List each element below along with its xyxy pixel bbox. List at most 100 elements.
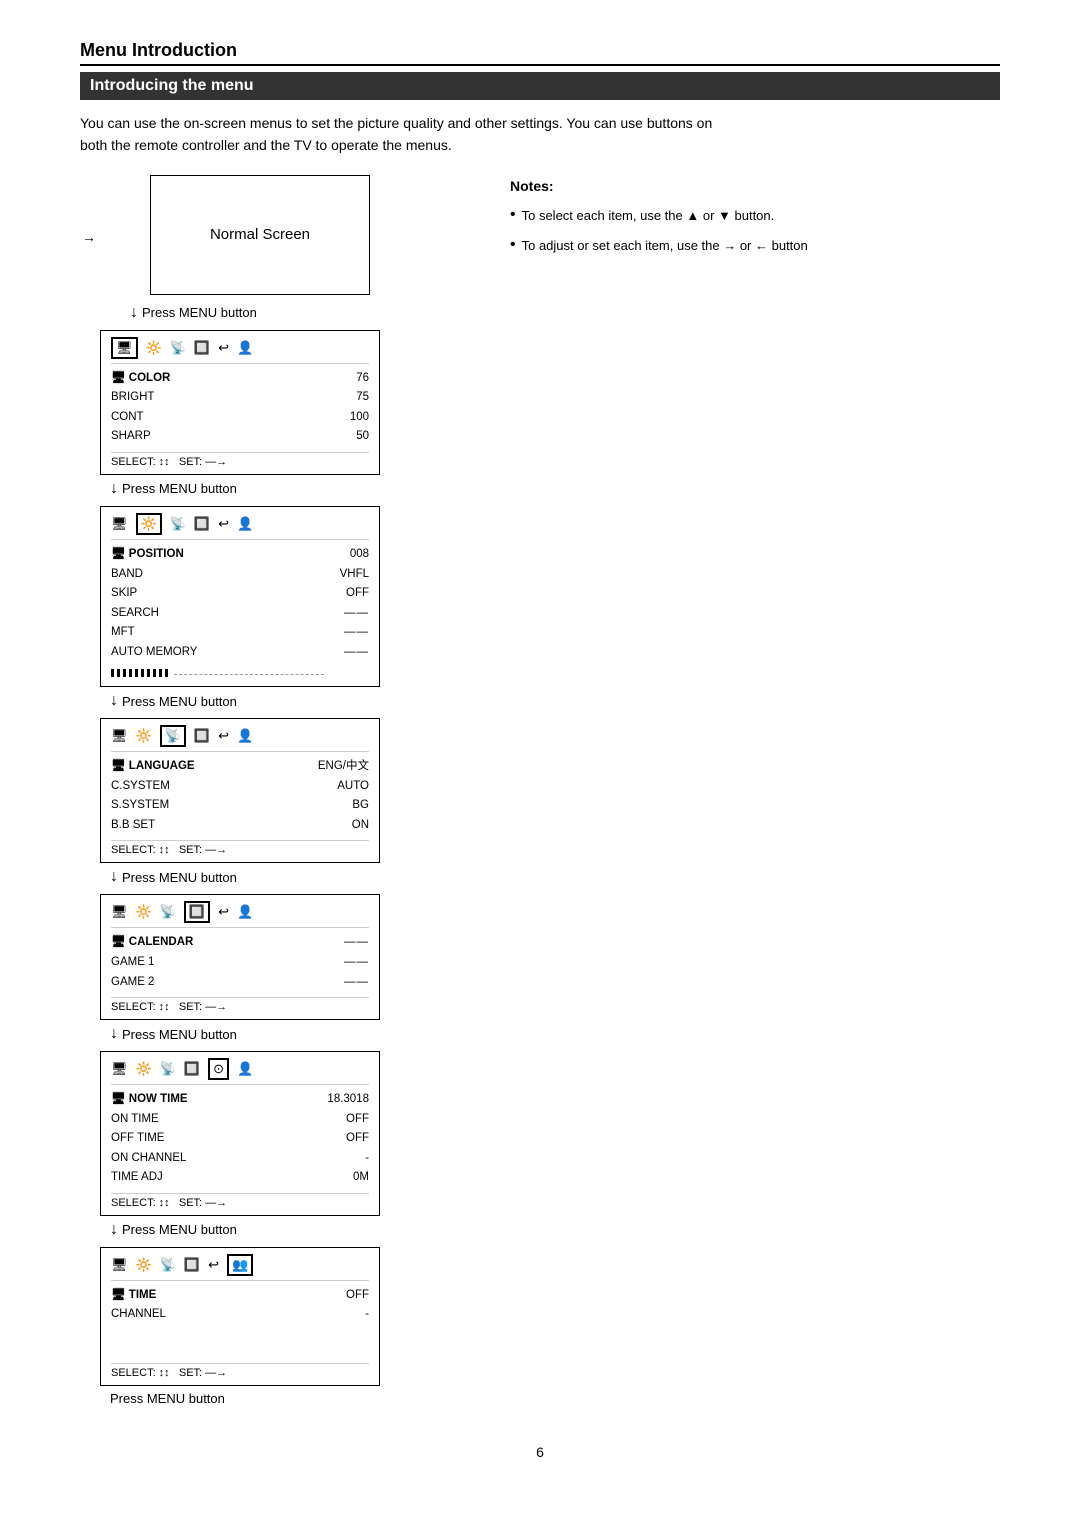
note-item-2: • To adjust or set each item, use the → … <box>510 235 1000 257</box>
panel2-rows: 🖥 POSITION 008 BAND VHFL SKIP OFF SEARCH… <box>111 545 369 662</box>
panel4-label-game1: GAME 1 <box>111 953 154 973</box>
press-menu-6: ↓ Press MENU button <box>110 1221 480 1239</box>
panel5-icon-0: 🖥 <box>111 1061 128 1077</box>
dashed-line <box>174 674 324 675</box>
panel6-row-time: 🖥 TIME OFF <box>111 1286 369 1306</box>
panel5-icon-4: ⊙ <box>208 1058 229 1080</box>
panel4-icon-5: 👤 <box>237 904 253 920</box>
panel2-row-auto: AUTO MEMORY —— <box>111 643 369 663</box>
panel5-label-onchan: ON CHANNEL <box>111 1149 186 1169</box>
panel2-row-band: BAND VHFL <box>111 565 369 585</box>
panel4-label-game2: GAME 2 <box>111 973 154 993</box>
panel6-label-time: 🖥 TIME <box>111 1286 156 1306</box>
panel1-label-sharp: SHARP <box>111 427 151 447</box>
panel2-label-band: BAND <box>111 565 143 585</box>
panel2-row-pos: 🖥 POSITION 008 <box>111 545 369 565</box>
down-arrow-6: ↓ <box>110 1221 118 1239</box>
panel3-label-lang: 🖥 LANGUAGE <box>111 757 195 777</box>
panel3-icon-5: 👤 <box>237 728 253 744</box>
panel3-val-lang: ENG/中文 <box>318 757 369 777</box>
menu-panel-5: 🖥 🔆 📡 🔲 ⊙ 👤 🖥 NOW TIME 18.3018 ON TIME O… <box>100 1051 380 1216</box>
panel2-row-mft: MFT —— <box>111 623 369 643</box>
normal-screen-label: Normal Screen <box>210 226 310 243</box>
diagram-column: → Normal Screen ↓ Press MENU button 🖥 🔆 … <box>100 175 480 1415</box>
section-title: Menu Introduction <box>80 40 1000 66</box>
down-arrow-4: ↓ <box>110 868 118 886</box>
panel2-val-search: —— <box>344 604 369 624</box>
panel1-label-color: 🖥 COLOR <box>111 369 170 389</box>
panel1-val-color: 76 <box>356 369 369 389</box>
panel1-label-cont: CONT <box>111 408 144 428</box>
panel3-row-csystem: C.SYSTEM AUTO <box>111 777 369 797</box>
panel6-icon-4: ↩ <box>208 1257 219 1273</box>
panel1-val-cont: 100 <box>350 408 369 428</box>
panel2-icon-3: 🔲 <box>194 516 210 532</box>
panel5-val-ontime: OFF <box>346 1110 369 1130</box>
panel2-icon-5: 👤 <box>237 516 253 532</box>
panel1-icon-0: 🖥 <box>111 337 138 359</box>
panel1-icon-3: 🔲 <box>194 340 210 356</box>
panel6-icon-1: 🔆 <box>136 1257 152 1273</box>
press-menu-1: ↓ Press MENU button <box>130 304 480 322</box>
panel1-rows: 🖥 COLOR 76 BRIGHT 75 CONT 100 SHARP 50 <box>111 369 369 447</box>
panel5-row-onchan: ON CHANNEL - <box>111 1149 369 1169</box>
panel5-icon-2: 📡 <box>160 1061 176 1077</box>
note-item-1: • To select each item, use the ▲ or ▼ bu… <box>510 205 1000 227</box>
panel2-label-mft: MFT <box>111 623 135 643</box>
panel2-icon-0: 🖥 <box>111 516 128 532</box>
panel3-icon-0: 🖥 <box>111 728 128 744</box>
note-bullet-2: • <box>510 235 516 254</box>
panel3-rows: 🖥 LANGUAGE ENG/中文 C.SYSTEM AUTO S.SYSTEM… <box>111 757 369 835</box>
panel4-rows: 🖥 CALENDAR —— GAME 1 —— GAME 2 —— <box>111 933 369 992</box>
panel4-label-cal: 🖥 CALENDAR <box>111 933 193 953</box>
panel3-val-ssystem: BG <box>352 796 369 816</box>
normal-screen-box: Normal Screen <box>150 175 370 295</box>
panel3-row-bbset: B.B SET ON <box>111 816 369 836</box>
section-subtitle: Introducing the menu <box>80 72 1000 100</box>
panel1-label-bright: BRIGHT <box>111 388 154 408</box>
panel1-row-color: 🖥 COLOR 76 <box>111 369 369 389</box>
panel5-icon-3: 🔲 <box>184 1061 200 1077</box>
panel4-val-game1: —— <box>344 953 369 973</box>
panel6-val-channel: - <box>365 1305 369 1325</box>
panel1-icon-5: 👤 <box>237 340 253 356</box>
panel6-spacer <box>111 1339 369 1359</box>
panel6-row-channel: CHANNEL - <box>111 1305 369 1325</box>
panel3-row-lang: 🖥 LANGUAGE ENG/中文 <box>111 757 369 777</box>
panel6-label-channel: CHANNEL <box>111 1305 166 1325</box>
panel2-hatch <box>111 666 369 680</box>
menu-panel-4: 🖥 🔆 📡 🔲 ↩ 👤 🖥 CALENDAR —— GAME 1 —— GAME… <box>100 894 380 1020</box>
panel3-icon-3: 🔲 <box>194 728 210 744</box>
down-arrow-3: ↓ <box>110 692 118 710</box>
note-bullet-1: • <box>510 205 516 224</box>
notes-box: Notes: • To select each item, use the ▲ … <box>510 175 1000 257</box>
panel5-select: SELECT: ↕↕ SET: —→ <box>111 1193 369 1209</box>
panel2-label-search: SEARCH <box>111 604 159 624</box>
note-text-1: To select each item, use the ▲ or ▼ butt… <box>522 205 775 227</box>
press-menu-4: ↓ Press MENU button <box>110 868 480 886</box>
panel1-icon-2: 📡 <box>170 340 186 356</box>
panel4-icon-3: 🔲 <box>184 901 210 923</box>
panel5-label-offtime: OFF TIME <box>111 1129 164 1149</box>
panel5-icon-1: 🔆 <box>136 1061 152 1077</box>
panel6-icon-2: 📡 <box>160 1257 176 1273</box>
press-menu-2: ↓ Press MENU button <box>110 480 480 498</box>
panel2-icon-1: 🔆 <box>136 513 162 535</box>
panel6-val-time: OFF <box>346 1286 369 1306</box>
panel1-icon-1: 🔆 <box>146 340 162 356</box>
normal-screen-arrow: → <box>82 229 96 245</box>
down-arrow-1: ↓ <box>130 304 138 322</box>
panel3-select: SELECT: ↕↕ SET: —→ <box>111 840 369 856</box>
panel2-icons: 🖥 🔆 📡 🔲 ↩ 👤 <box>111 513 369 540</box>
panel3-icon-1: 🔆 <box>136 728 152 744</box>
panel4-icons: 🖥 🔆 📡 🔲 ↩ 👤 <box>111 901 369 928</box>
panel1-row-bright: BRIGHT 75 <box>111 388 369 408</box>
panel1-val-bright: 75 <box>356 388 369 408</box>
panel5-val-offtime: OFF <box>346 1129 369 1149</box>
panel4-row-game2: GAME 2 —— <box>111 973 369 993</box>
intro-text: You can use the on-screen menus to set t… <box>80 112 1000 157</box>
panel1-icons: 🖥 🔆 📡 🔲 ↩ 👤 <box>111 337 369 364</box>
panel4-icon-4: ↩ <box>218 904 229 920</box>
panel3-val-bbset: ON <box>352 816 369 836</box>
panel2-val-skip: OFF <box>346 584 369 604</box>
